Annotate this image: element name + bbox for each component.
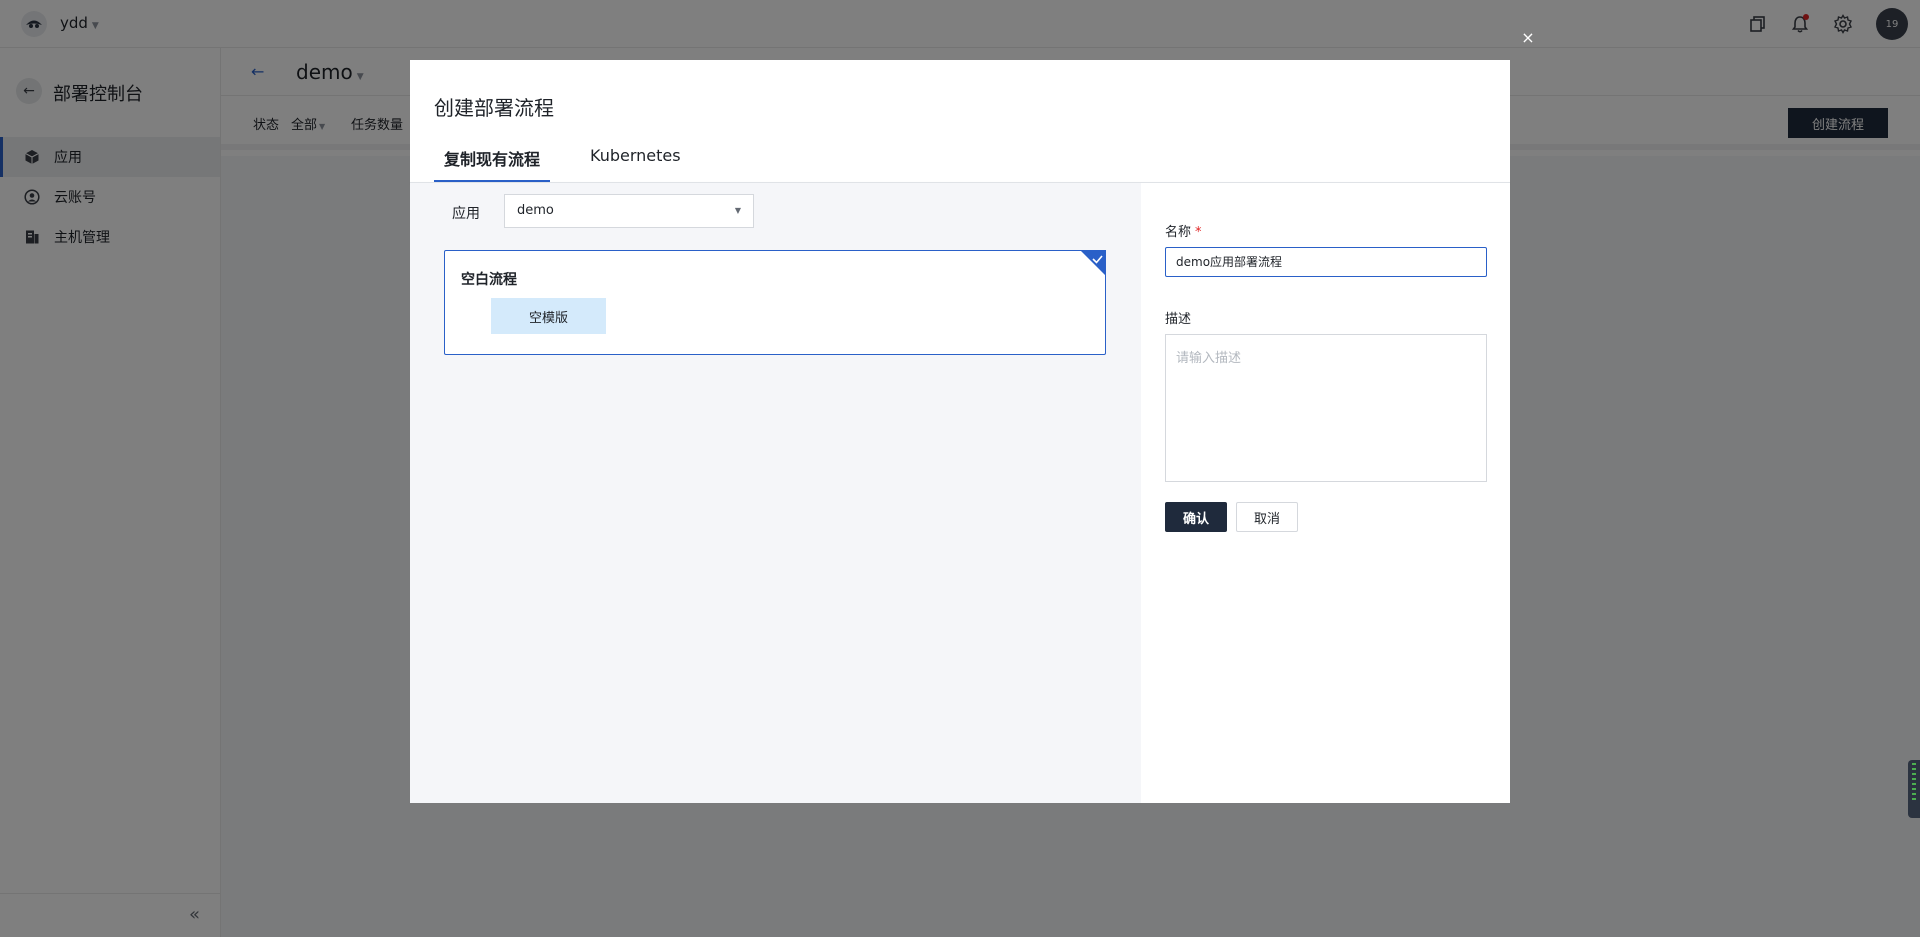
cancel-button[interactable]: 取消: [1236, 502, 1298, 532]
selected-check-icon: [1080, 250, 1106, 276]
name-label-text: 名称: [1165, 225, 1192, 240]
description-textarea[interactable]: [1165, 334, 1487, 482]
description-field-label: 描述: [1165, 312, 1192, 327]
required-mark: *: [1195, 225, 1202, 240]
confirm-button[interactable]: 确认: [1165, 502, 1227, 532]
name-field-label: 名称 *: [1165, 221, 1202, 240]
create-pipeline-modal: 创建部署流程 复制现有流程 Kubernetes 应用 demo ▼ 空白流程 …: [410, 60, 1510, 803]
app-select[interactable]: demo ▼: [504, 194, 754, 228]
modal-title: 创建部署流程: [434, 96, 554, 120]
app-select-label: 应用: [452, 206, 480, 222]
tab-kubernetes[interactable]: Kubernetes: [590, 146, 681, 182]
template-chip: 空模版: [491, 298, 606, 334]
template-card-title: 空白流程: [461, 272, 517, 288]
template-pane: 应用 demo ▼ 空白流程 空模版: [410, 183, 1141, 803]
caret-down-icon: ▼: [734, 206, 741, 215]
tab-copy-existing[interactable]: 复制现有流程: [434, 146, 550, 182]
side-drawer-handle[interactable]: [1908, 760, 1920, 818]
app-select-value: demo: [517, 203, 554, 218]
name-input[interactable]: demo应用部署流程: [1165, 247, 1487, 277]
template-card-blank[interactable]: 空白流程 空模版: [444, 250, 1106, 355]
close-icon[interactable]: ×: [1520, 30, 1536, 46]
form-pane: 名称* demo应用部署流程 描述 确认 取消: [1141, 183, 1510, 803]
